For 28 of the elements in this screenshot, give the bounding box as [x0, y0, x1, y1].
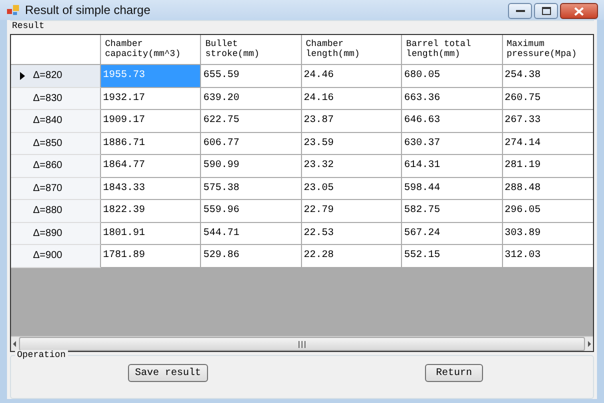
- save-button[interactable]: Save result: [128, 364, 208, 382]
- minimize-button[interactable]: [508, 3, 532, 19]
- row-header[interactable]: Δ=850: [11, 132, 101, 155]
- close-icon: [574, 6, 584, 16]
- maximize-icon: [542, 7, 550, 15]
- row-header[interactable]: Δ=870: [11, 178, 101, 200]
- column-header[interactable]: Chamber length(mm): [302, 35, 402, 65]
- grip-icon: [298, 340, 306, 348]
- window-title: Result of simple charge: [25, 3, 152, 17]
- column-header[interactable]: Chamber capacity(mm^3): [101, 35, 202, 65]
- row-header[interactable]: Δ=880: [11, 200, 101, 222]
- return-button[interactable]: Return: [425, 364, 483, 382]
- group-label: Result: [10, 21, 46, 31]
- row-header[interactable]: Δ=840: [11, 110, 101, 132]
- column-header[interactable]: Maximum pressure(Mpa): [502, 35, 593, 65]
- group-label: Operation: [15, 350, 68, 360]
- maximize-button[interactable]: [534, 3, 558, 19]
- row-header[interactable]: Δ=830: [11, 88, 101, 110]
- row-header[interactable]: Δ=900: [11, 245, 101, 268]
- row-header[interactable]: Δ=820: [11, 65, 101, 88]
- app-icon: [6, 3, 20, 17]
- close-button[interactable]: [560, 3, 598, 19]
- row-pointer-icon: [20, 72, 24, 80]
- row-header[interactable]: Δ=890: [11, 222, 101, 245]
- column-header[interactable]: Barrel total length(mm): [402, 35, 503, 65]
- column-header[interactable]: Bullet stroke(mm): [201, 35, 302, 65]
- row-header[interactable]: Δ=860: [11, 155, 101, 178]
- minimize-icon: [516, 9, 524, 13]
